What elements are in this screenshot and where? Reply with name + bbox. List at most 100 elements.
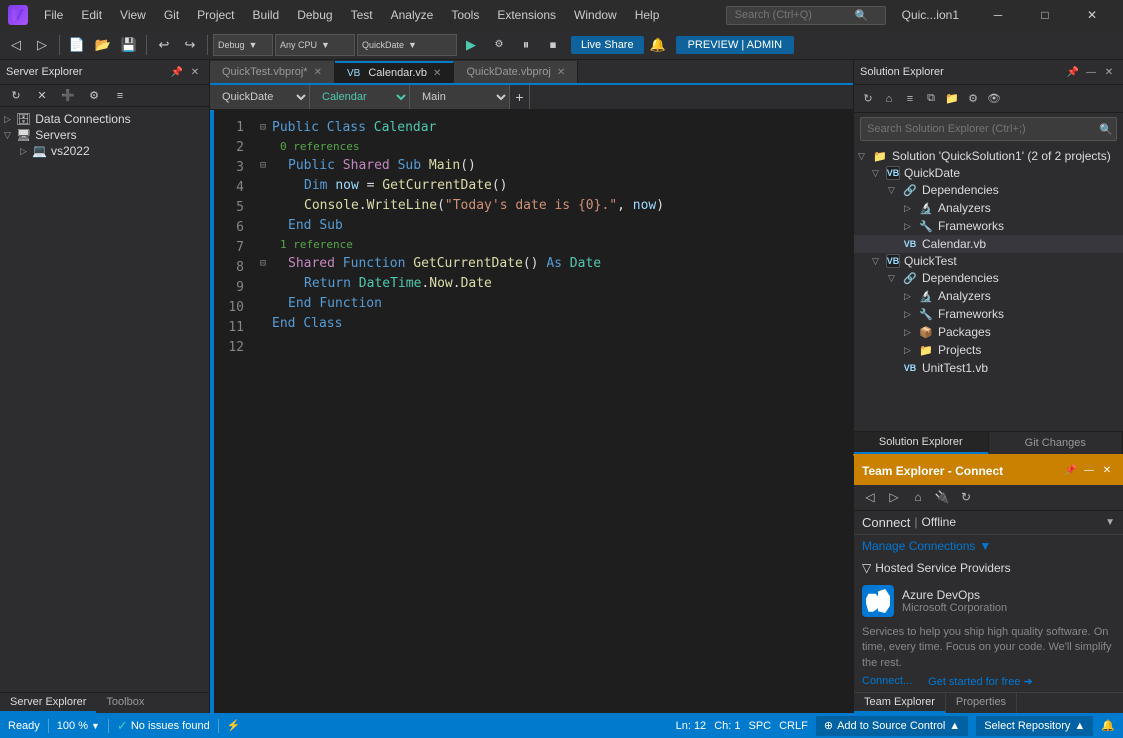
se-collapse-button[interactable]: — <box>1083 64 1099 80</box>
titlebar-search-input[interactable] <box>735 9 855 21</box>
minimize-button[interactable]: ─ <box>975 0 1021 30</box>
menu-analyze[interactable]: Analyze <box>383 5 442 25</box>
menu-edit[interactable]: Edit <box>73 5 110 25</box>
status-crlf[interactable]: CRLF <box>779 720 808 732</box>
se-analyzers-1[interactable]: ▷ 🔬 Analyzers <box>854 199 1123 217</box>
menu-view[interactable]: View <box>112 5 154 25</box>
se-tb-home[interactable]: ⌂ <box>879 89 899 109</box>
te-back-button[interactable]: ◁ <box>860 487 880 507</box>
menu-tools[interactable]: Tools <box>443 5 487 25</box>
live-share-button[interactable]: Live Share <box>571 36 644 54</box>
te-pin-button[interactable]: 📌 <box>1063 463 1079 479</box>
se-packages[interactable]: ▷ 📦 Packages <box>854 323 1123 341</box>
menu-project[interactable]: Project <box>189 5 242 25</box>
te-collapse-button[interactable]: — <box>1081 463 1097 479</box>
se-refresh-button[interactable]: ↻ <box>4 84 28 108</box>
menu-file[interactable]: File <box>36 5 71 25</box>
te-refresh-button[interactable]: ↻ <box>956 487 976 507</box>
preview-admin-button[interactable]: PREVIEW | ADMIN <box>676 36 795 54</box>
menu-git[interactable]: Git <box>156 5 187 25</box>
fold-8[interactable]: ⊟ <box>260 254 272 274</box>
namespace-selector[interactable]: QuickDate <box>210 85 310 109</box>
se-properties-button[interactable]: ⚙ <box>82 84 106 108</box>
tree-vs2022[interactable]: ▷ 💻 vs2022 <box>0 143 209 159</box>
new-file-button[interactable]: 📄 <box>65 33 89 57</box>
tree-servers[interactable]: ▽ 🖥 Servers <box>0 127 209 143</box>
menu-help[interactable]: Help <box>627 5 668 25</box>
te-manage-connections[interactable]: Manage Connections ▼ <box>854 535 1123 557</box>
te-get-started-link[interactable]: Get started for free ➜ <box>928 675 1033 688</box>
se-projects[interactable]: ▷ 📁 Projects <box>854 341 1123 359</box>
te-tab-team-explorer[interactable]: Team Explorer <box>854 693 946 713</box>
tab-server-explorer[interactable]: Server Explorer <box>0 693 96 713</box>
se-tb-view-files[interactable]: 📁 <box>942 89 962 109</box>
te-connect-link[interactable]: Connect... <box>862 675 912 688</box>
stop-button[interactable]: ⏹ <box>541 33 565 57</box>
se-frameworks-2[interactable]: ▷ 🔧 Frameworks <box>854 305 1123 323</box>
menu-extensions[interactable]: Extensions <box>489 5 564 25</box>
se-unittest1-vb[interactable]: VB UnitTest1.vb <box>854 359 1123 377</box>
save-all-button[interactable]: 💾 <box>117 33 141 57</box>
se-quickdate-project[interactable]: ▽ VB QuickDate <box>854 165 1123 181</box>
class-selector[interactable]: Calendar <box>310 85 410 109</box>
tab-calendar-vb[interactable]: VB Calendar.vb ✕ <box>335 61 454 83</box>
tab-solution-explorer[interactable]: Solution Explorer <box>854 432 989 454</box>
te-tab-properties[interactable]: Properties <box>946 693 1017 713</box>
server-explorer-close-button[interactable]: ✕ <box>187 64 203 80</box>
tab-quicktest-close[interactable]: ✕ <box>314 67 322 78</box>
se-quicktest-deps[interactable]: ▽ 🔗 Dependencies <box>854 269 1123 287</box>
server-explorer-pin-button[interactable]: 📌 <box>169 64 185 80</box>
se-quicktest-project[interactable]: ▽ VB QuickTest <box>854 253 1123 269</box>
notifications-button[interactable]: 🔔 <box>646 33 670 57</box>
se-analyzers-2[interactable]: ▷ 🔬 Analyzers <box>854 287 1123 305</box>
te-connect-dropdown[interactable]: ▼ <box>1105 517 1115 528</box>
redo-button[interactable]: ↪ <box>178 33 202 57</box>
debug-config-dropdown[interactable]: Debug ▼ <box>213 34 273 56</box>
te-home-button[interactable]: ⌂ <box>908 487 928 507</box>
code-plus-button[interactable]: + <box>510 85 530 109</box>
maximize-button[interactable]: □ <box>1022 0 1068 30</box>
menu-test[interactable]: Test <box>343 5 381 25</box>
open-file-button[interactable]: 📂 <box>91 33 115 57</box>
project-dropdown[interactable]: QuickDate ▼ <box>357 34 457 56</box>
method-selector[interactable]: Main <box>410 85 510 109</box>
se-filter-button[interactable]: ✕ <box>30 84 54 108</box>
se-frameworks-1[interactable]: ▷ 🔧 Frameworks <box>854 217 1123 235</box>
status-notifications[interactable]: 🔔 <box>1101 719 1115 732</box>
menu-window[interactable]: Window <box>566 5 625 25</box>
te-forward-button[interactable]: ▷ <box>884 487 904 507</box>
code-editor[interactable]: ⊟ Public Class Calendar 0 references ⊟ P… <box>252 110 853 713</box>
se-search-input[interactable] <box>861 123 1096 135</box>
platform-dropdown[interactable]: Any CPU ▼ <box>275 34 355 56</box>
tab-toolbox[interactable]: Toolbox <box>96 693 154 713</box>
status-spc[interactable]: SPC <box>748 720 771 732</box>
tab-quickdate-vbproj[interactable]: QuickDate.vbproj ✕ <box>454 61 578 83</box>
back-button[interactable]: ◁ <box>4 33 28 57</box>
se-close-button[interactable]: ✕ <box>1101 64 1117 80</box>
te-close-button[interactable]: ✕ <box>1099 463 1115 479</box>
solution-explorer-search[interactable]: 🔍 <box>860 117 1117 141</box>
breakpoint-button[interactable]: ⏸ <box>514 33 538 57</box>
menu-debug[interactable]: Debug <box>289 5 340 25</box>
run-options-button[interactable]: ⚙ <box>487 33 511 57</box>
tab-quicktest-vbproj[interactable]: QuickTest.vbproj* ✕ <box>210 61 335 83</box>
se-tb-properties[interactable]: ⚙ <box>963 89 983 109</box>
tab-calendar-close[interactable]: ✕ <box>433 68 441 79</box>
se-add-button[interactable]: ➕ <box>56 84 80 108</box>
te-plugin-button[interactable]: 🔌 <box>932 487 952 507</box>
status-zoom[interactable]: 100 % ▼ <box>57 720 100 732</box>
run-button[interactable]: ▶ <box>459 33 483 57</box>
forward-button[interactable]: ▷ <box>30 33 54 57</box>
tab-quickdate-close[interactable]: ✕ <box>557 67 565 78</box>
se-calendar-vb[interactable]: VB Calendar.vb <box>854 235 1123 253</box>
status-errors[interactable]: ⚡ <box>227 719 241 732</box>
close-button[interactable]: ✕ <box>1069 0 1115 30</box>
tree-data-connections[interactable]: ▷ 🗄 Data Connections <box>0 111 209 127</box>
se-solution-root[interactable]: ▽ 📁 Solution 'QuickSolution1' (2 of 2 pr… <box>854 147 1123 165</box>
add-source-control-button[interactable]: ⊕ Add to Source Control ▲ <box>816 716 968 736</box>
se-tb-collapse-all[interactable]: ⧉ <box>921 89 941 109</box>
se-pin-button[interactable]: 📌 <box>1065 64 1081 80</box>
undo-button[interactable]: ↩ <box>152 33 176 57</box>
se-extra-button[interactable]: ≡ <box>108 84 132 108</box>
se-quickdate-deps[interactable]: ▽ 🔗 Dependencies <box>854 181 1123 199</box>
